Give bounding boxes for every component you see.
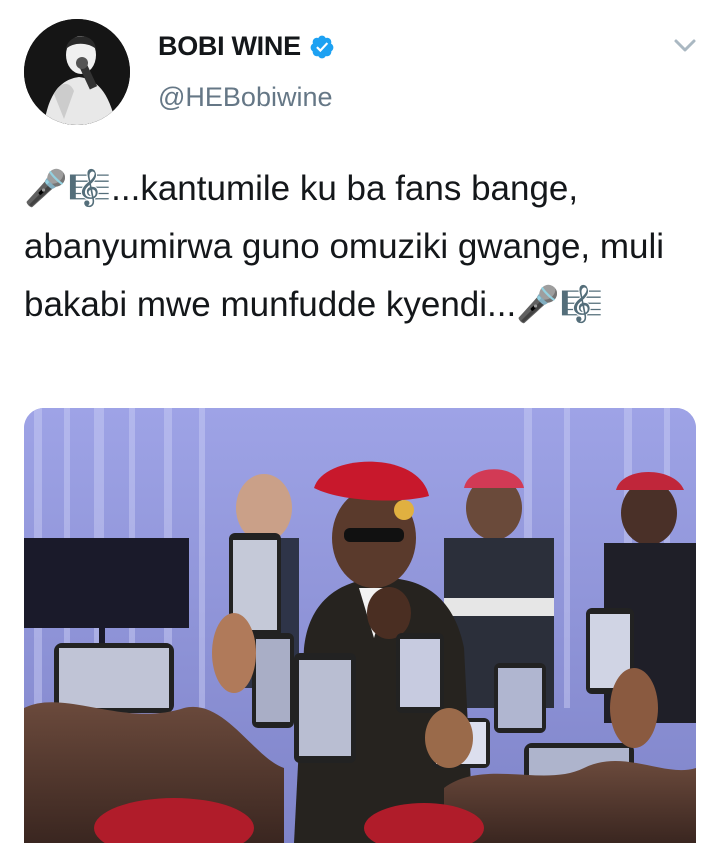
tweet-text: 🎤🎼...kantumile ku ba fans bange, abanyum…: [24, 169, 674, 324]
display-name-text[interactable]: BOBI WINE: [158, 31, 301, 62]
verified-badge-icon: [309, 34, 335, 60]
concert-photo: [24, 408, 696, 843]
author-handle[interactable]: @HEBobiwine: [158, 82, 333, 113]
chevron-down-icon[interactable]: [672, 36, 698, 56]
tweet-photo[interactable]: [24, 408, 696, 843]
avatar[interactable]: [24, 19, 130, 125]
author-name[interactable]: BOBI WINE: [158, 31, 335, 62]
avatar-photo: [24, 19, 130, 125]
